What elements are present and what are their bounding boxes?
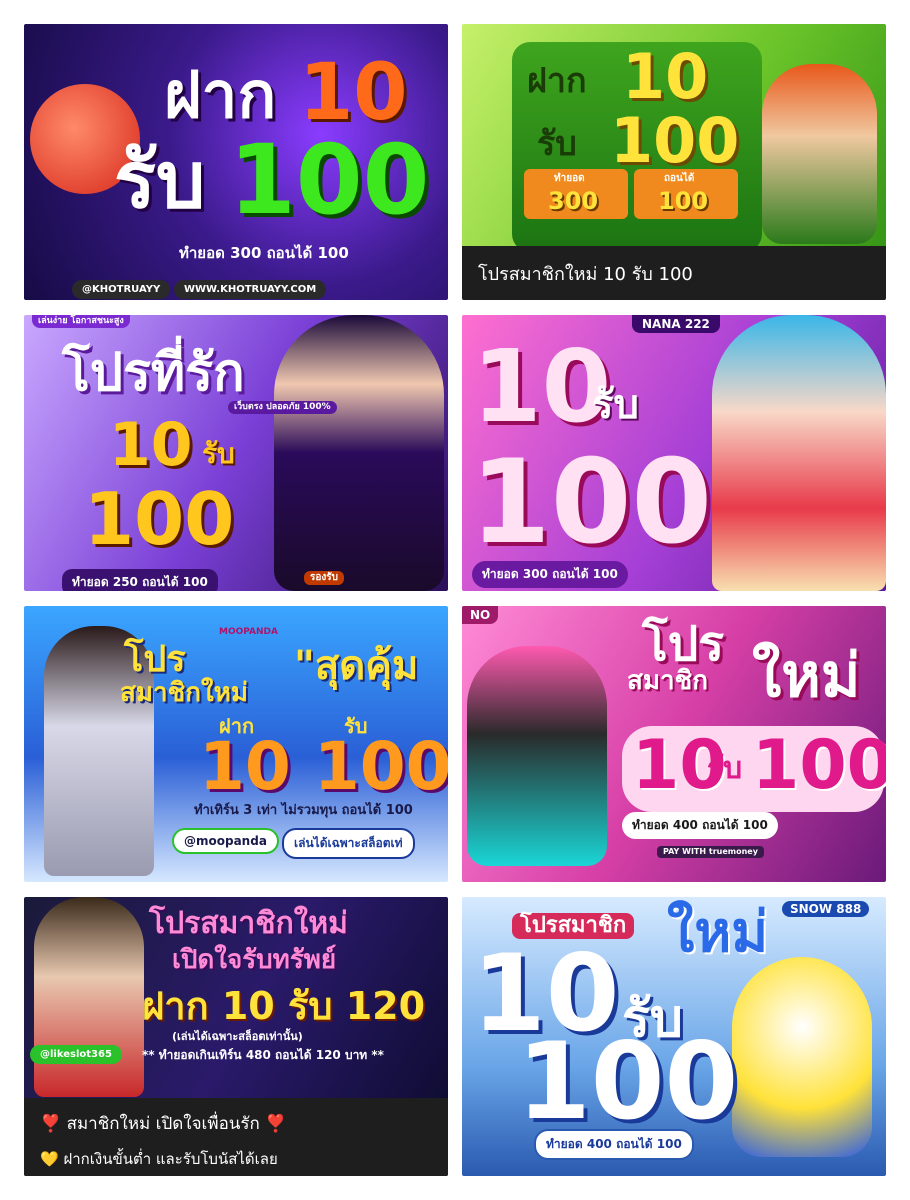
turnover-label: ทำยอด: [554, 173, 585, 184]
promo-amounts: 10 100: [199, 728, 448, 805]
headline-receive: รับ: [537, 124, 577, 164]
support-tag: รองรับ: [304, 571, 344, 585]
promo-terms: ทำยอด 400 ถอนได้ 100: [622, 812, 778, 839]
headline-member: สมาชิก: [627, 666, 708, 696]
headline-new-member: สมาชิกใหม่: [120, 678, 248, 708]
brand-logo: MOOPANDA: [219, 627, 278, 637]
promo-terms: ทำเทิร์น 3 เท่า ไม่รวมทุน ถอนได้ 100: [194, 803, 413, 818]
headline-promo: โปร: [124, 639, 186, 680]
brand-logo: NO: [462, 606, 499, 624]
headline-deposit: ฝาก: [164, 59, 277, 133]
withdraw-value: 100: [658, 187, 709, 215]
receive-label: รับ: [707, 751, 743, 786]
line-id-badge: @KHOTRUAYY: [72, 280, 171, 299]
receive-amount: 100: [517, 1020, 739, 1143]
line-id-badge: @moopanda: [172, 828, 279, 854]
line-id-badge: @likeslot365: [30, 1045, 122, 1064]
deposit-amount: 10: [109, 410, 193, 480]
headline-new-member: โปรสมาชิกใหม่: [149, 906, 348, 941]
withdraw-label: ถอนได้: [664, 173, 695, 184]
headline-receive-amount: 100: [610, 104, 740, 177]
receive-amount: 100: [470, 435, 713, 570]
headline-title: โปรที่รัก: [62, 343, 245, 403]
promo-card-new-promo[interactable]: NO โปร สมาชิก ใหม่ 10 รับ 100 ทำยอด 400 …: [462, 606, 886, 882]
receive-amount: 100: [84, 477, 235, 561]
slots-only-badge: เล่นได้เฉพาะสล็อตเท่: [282, 828, 415, 859]
promo-terms: ทำยอด 300 ถอนได้ 100: [179, 244, 349, 262]
promo-card-likeslot365[interactable]: โปรสมาชิกใหม่ เปิดใจรับทรัพย์ ฝาก 10 รับ…: [24, 897, 448, 1176]
promo-card-snow888[interactable]: SNOW 888 โปรสมาชิก ใหม่ 10 รับ 100 ทำยอด…: [462, 897, 886, 1176]
promo-card-nana222[interactable]: NANA 222 10 รับ 100 ทำยอด 300 ถอนได้ 100: [462, 315, 886, 591]
headline-promo: โปร: [642, 616, 725, 672]
penguin-character: [732, 957, 872, 1157]
headline-deposit: ฝาก: [527, 61, 587, 101]
promo-terms: ทำยอด 400 ถอนได้ 100: [534, 1129, 694, 1160]
caption-line-2: 💛 ฝากเงินขั้นต่ำ และรับโบนัสได้เลย: [40, 1150, 278, 1168]
headline-deposit-amount: 10: [299, 48, 408, 138]
witch-character: [274, 315, 444, 591]
promo-card-new-member[interactable]: ฝาก 10 รับ 100 ทำยอด 300 ถอนได้ 100 โปรส…: [462, 24, 886, 300]
headline-open-heart: เปิดใจรับทรัพย์: [172, 945, 337, 975]
promo-terms: ทำยอด 300 ถอนได้ 100: [472, 561, 628, 588]
leprechaun-character: [762, 64, 877, 244]
card-caption[interactable]: โปรสมาชิกใหม่ 10 รับ 100: [462, 246, 886, 300]
headline-receive-amount: 100: [229, 124, 430, 236]
receive-amount: 100: [752, 726, 886, 805]
brand-logo: NANA 222: [632, 315, 720, 333]
headline-new: ใหม่: [667, 900, 769, 965]
promo-terms: ทำยอด 250 ถอนได้ 100: [62, 569, 218, 591]
headline-receive: รับ: [114, 136, 206, 226]
headline-worth-it: "สุดคุ้ม: [294, 643, 419, 689]
headline-deposit-amount: 10: [622, 40, 709, 113]
deposit-amount: 10: [472, 328, 612, 445]
headline-new: ใหม่: [752, 641, 861, 711]
safe-badge: เว็บตรง ปลอดภัย 100%: [228, 401, 337, 414]
promo-terms: ** ทำยอดเกินเทิร์น 480 ถอนได้ 120 บาท **: [142, 1048, 384, 1062]
payment-methods: PAY WITH truemoney: [657, 846, 764, 858]
promo-card-favorite[interactable]: เล่นง่าย โอกาสชนะสูง โปรที่รัก เว็บตรง ป…: [24, 315, 448, 591]
slots-only-note: (เล่นได้เฉพาะสล็อตเท่านั้น): [172, 1030, 303, 1043]
caption-line-1: ❣️ สมาชิกใหม่ เปิดใจเพื่อนรัก ❣️: [40, 1114, 287, 1134]
anime-girl-character: [712, 315, 886, 591]
receive-label: รับ: [202, 437, 235, 470]
receive-label: รับ: [592, 382, 639, 428]
website-badge: WWW.KHOTRUAYY.COM: [174, 280, 327, 299]
game-character: [467, 646, 607, 866]
headline-deposit-receive: ฝาก 10 รับ 120: [142, 984, 426, 1028]
model-photo: [34, 897, 144, 1097]
turnover-value: 300: [548, 187, 599, 215]
promo-card-moopanda[interactable]: MOOPANDA โปร สมาชิกใหม่ "สุดคุ้ม ฝาก รับ…: [24, 606, 448, 882]
easy-win-tag: เล่นง่าย โอกาสชนะสูง: [32, 315, 130, 328]
card-caption[interactable]: ❣️ สมาชิกใหม่ เปิดใจเพื่อนรัก ❣️ 💛 ฝากเง…: [24, 1098, 448, 1176]
brand-logo: SNOW 888: [782, 901, 870, 917]
promo-card-khotruayy[interactable]: ฝาก 10 รับ 100 ทำยอด 300 ถอนได้ 100 @KHO…: [24, 24, 448, 300]
